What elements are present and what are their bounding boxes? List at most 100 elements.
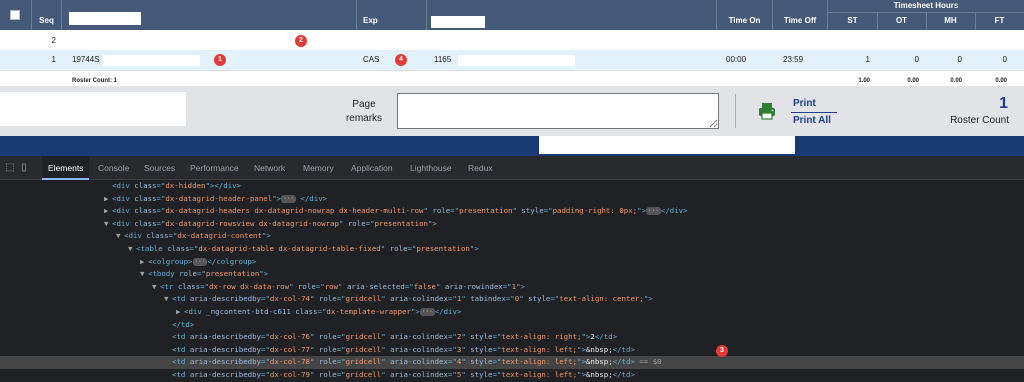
collapse-arrow-icon[interactable]: ▼: [140, 268, 148, 281]
tab-elements[interactable]: Elements: [42, 156, 90, 180]
header-number-redacted: [431, 16, 485, 28]
code-token: ">: [577, 370, 586, 379]
code-token: == $0: [634, 357, 662, 367]
tab-console[interactable]: Console: [98, 156, 129, 180]
dom-node-line[interactable]: <td aria-describedby="dx-col-78" role="g…: [0, 356, 1024, 369]
dom-node-line[interactable]: ▶ <colgroup> ··· </colgroup>: [0, 256, 1024, 269]
code-token: ": [338, 281, 347, 291]
code-token: aria-describedby: [189, 294, 262, 304]
header-timesheet-hours-label: Timesheet Hours: [828, 1, 1024, 13]
header-time-on[interactable]: Time On: [717, 0, 773, 30]
header-st[interactable]: ST: [828, 16, 877, 25]
code-token: aria-selected: [346, 281, 405, 291]
dom-node-line[interactable]: <div class="dx-hidden"></div>: [0, 180, 1024, 193]
ellipsis-button[interactable]: ···: [419, 308, 435, 316]
header-time-off[interactable]: Time Off: [773, 0, 828, 30]
table-row[interactable]: 2 2: [0, 32, 1024, 50]
collapse-arrow-icon[interactable]: ▼: [128, 243, 136, 256]
code-token: ">: [469, 244, 479, 253]
expand-arrow-icon[interactable]: ▶: [176, 306, 184, 319]
dom-node-line[interactable]: <td aria-describedby="dx-col-79" role="g…: [0, 369, 1024, 382]
header-name[interactable]: [62, 0, 357, 30]
tab-sources[interactable]: Sources: [144, 156, 175, 180]
print-link[interactable]: Print: [793, 98, 816, 109]
header-mh[interactable]: MH: [926, 16, 975, 25]
code-token: &nbsp;: [585, 370, 613, 379]
code-token: =": [315, 281, 325, 291]
code-token: =": [336, 294, 346, 304]
code-token: dx-hidden: [165, 181, 206, 190]
code-token: &nbsp;: [585, 344, 613, 354]
header-exp[interactable]: Exp: [357, 0, 427, 30]
ellipsis-button[interactable]: ···: [646, 207, 661, 216]
tab-memory[interactable]: Memory: [303, 156, 334, 180]
dom-node-line[interactable]: <td aria-describedby="dx-col-76" role="g…: [0, 331, 1024, 344]
expand-arrow-icon[interactable]: ▶: [104, 205, 112, 218]
code-token: style: [470, 344, 493, 354]
code-token: class: [134, 206, 157, 216]
collapse-arrow-icon[interactable]: ▼: [104, 218, 112, 231]
collapse-arrow-icon[interactable]: ▼: [152, 281, 160, 294]
ellipsis-button[interactable]: ···: [281, 194, 296, 203]
expand-arrow-icon[interactable]: ▶: [140, 256, 148, 269]
code-token: </td>: [612, 357, 635, 367]
inspect-element-icon[interactable]: ⬚: [4, 162, 16, 174]
code-token: dx-col-74: [269, 294, 310, 304]
table-row[interactable]: 1 19744S 1 CAS 4 1165 00:00 23:59 1 0 0 …: [0, 50, 1024, 70]
code-token: </div>: [660, 206, 688, 216]
code-token: role: [318, 332, 337, 342]
code-token: role: [179, 269, 197, 279]
tab-redux[interactable]: Redux: [468, 156, 493, 180]
code-token: ": [338, 218, 348, 228]
header-seq[interactable]: Seq: [32, 0, 62, 30]
devtools-panel: ⬚ ▯ Elements Console Sources Performance Net…: [0, 156, 1024, 382]
print-all-link[interactable]: Print All: [793, 115, 831, 126]
dom-node-line[interactable]: ▶ <div class =" dx-datagrid-headers dx-data…: [0, 205, 1024, 218]
dom-node-line[interactable]: <td aria-describedby="dx-col-77" role="g…: [0, 344, 1024, 357]
ellipsis-button[interactable]: ···: [192, 257, 208, 266]
tab-performance[interactable]: Performance: [190, 156, 239, 180]
expand-arrow-icon[interactable]: ▶: [104, 193, 112, 206]
code-token: style: [521, 206, 544, 216]
code-token: role: [389, 244, 408, 253]
printer-icon[interactable]: [757, 101, 777, 121]
tab-network[interactable]: Network: [254, 156, 285, 180]
dom-node-line[interactable]: ▼ <div class="dx-datagrid-content">: [0, 230, 1024, 243]
code-token: =": [505, 294, 515, 304]
code-token: role: [347, 218, 366, 228]
dom-node-line[interactable]: ▶ <div _ngcontent-btd-c611 class="dx-temp…: [0, 306, 1024, 319]
devtools-tabbar: ⬚ ▯ Elements Console Sources Performance Net…: [0, 156, 1024, 180]
code-token: _ngcontent-btd-c611: [206, 307, 291, 316]
code-token: <tbody: [148, 269, 180, 279]
code-token: text-align: right;: [501, 332, 582, 342]
collapse-arrow-icon[interactable]: ▼: [164, 293, 172, 306]
dom-node-line[interactable]: ▶ <div class="dx-datagrid-header-panel"> ·…: [0, 193, 1024, 206]
dom-node-line[interactable]: ▼ <td aria-describedby="dx-col-74" role="…: [0, 293, 1024, 306]
dom-node-line[interactable]: ▼ <table class="dx-datagrid-table dx-data…: [0, 243, 1024, 256]
code-token: =": [261, 332, 270, 342]
code-token: dx-row dx-data-row: [208, 281, 290, 291]
dom-node-line[interactable]: ▼ <tr class="dx-row dx-data-row" role="ro…: [0, 281, 1024, 294]
dom-node-line[interactable]: ▼ <tbody role="presentation">: [0, 268, 1024, 281]
code-token: ": [461, 370, 471, 379]
select-all-checkbox[interactable]: [10, 10, 20, 20]
header-ft[interactable]: FT: [975, 16, 1024, 25]
header-ot[interactable]: OT: [877, 16, 926, 25]
code-token: padding-right: 0px;: [552, 206, 638, 216]
tab-application[interactable]: Application: [351, 156, 393, 180]
page-remarks-input[interactable]: [397, 93, 719, 129]
code-token: ": [381, 332, 391, 342]
collapse-arrow-icon[interactable]: ▼: [116, 230, 124, 243]
dom-node-line[interactable]: ▼ <div class =" dx-datagrid-rowsview dx-dat…: [0, 218, 1024, 231]
code-token: presentation: [374, 218, 428, 228]
code-token: aria-describedby: [189, 357, 262, 367]
header-name-redacted: [69, 12, 141, 25]
header-number[interactable]: [427, 0, 717, 30]
device-toolbar-icon[interactable]: ▯: [18, 162, 30, 174]
tab-lighthouse[interactable]: Lighthouse: [410, 156, 452, 180]
code-token: =": [502, 281, 512, 291]
code-token: ": [519, 294, 529, 304]
dom-node-line[interactable]: </td>: [0, 319, 1024, 332]
code-token: dx-col-78: [269, 357, 310, 367]
code-token: ": [309, 332, 319, 342]
